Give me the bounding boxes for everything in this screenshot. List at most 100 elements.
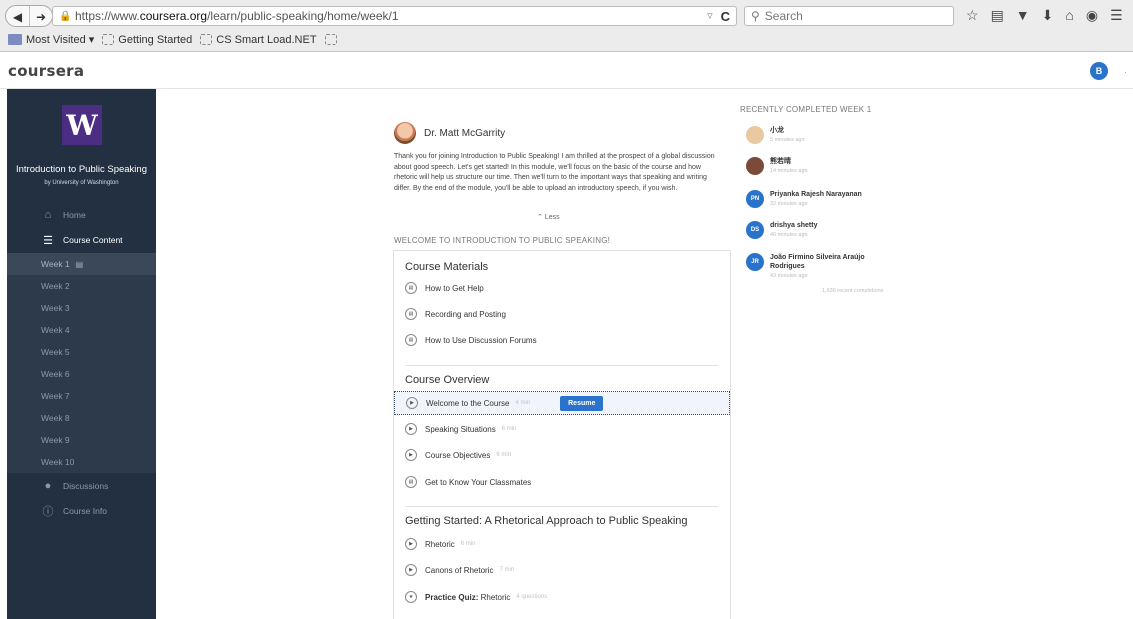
bookmark-star-icon[interactable]: ☆ [966,7,979,24]
sidebar-item-week-9[interactable]: Week 9 [7,429,156,451]
bookmark-empty[interactable] [324,34,337,45]
list-item[interactable]: ▤ How to Get Help [405,278,729,298]
item-label: Canons of Rhetoric [425,565,494,575]
bookmark-icon [200,34,213,45]
less-label: Less [544,214,560,221]
item-label: How to Get Help [425,283,484,293]
list-item[interactable]: ▶ Course Objectives 6 min [405,445,729,465]
header-menu-icon[interactable]: · [1124,67,1127,77]
list-item[interactable]: ▤ Recording and Posting [405,304,729,324]
item-label-prefix: Practice Quiz: [425,592,479,602]
play-icon: ▶ [405,564,417,576]
completion-item[interactable]: PN Priyanka Rajesh Narayanan 32 minutes a… [746,190,890,209]
bookmark-getting-started[interactable]: Getting Started [102,34,192,46]
play-icon: ▶ [405,423,417,435]
sidebar-item-course-info[interactable]: ⓘ Course Info [7,500,156,522]
list-item-selected[interactable]: ▶ Welcome to the Course 4 min Resume [394,391,730,415]
list-icon: ☰ [43,234,53,247]
sidebar-item-week-8[interactable]: Week 8 [7,407,156,429]
sidebar-item-week-2[interactable]: Week 2 [7,275,156,297]
sidebar-item-label: Course Info [63,506,107,516]
sidebar-item-week-5[interactable]: Week 5 [7,341,156,363]
sidebar-item-week-7[interactable]: Week 7 [7,385,156,407]
item-label: Rhetoric [425,539,455,549]
less-toggle[interactable]: ⌃ Less [537,213,560,221]
forward-icon[interactable]: ➜ [30,6,52,26]
item-label: Get to Know Your Classmates [425,477,532,487]
chat-icon[interactable]: ◉ [1086,7,1098,24]
completion-time: 14 minutes ago [770,168,808,174]
resume-button[interactable]: Resume [560,395,604,411]
user-avatar[interactable]: B [1090,62,1108,80]
person-name: 熊若晴 [770,158,791,165]
weeks-list: Week 1 ▤ Week 2 Week 3 Week 4 Week 5 Week… [7,253,156,473]
sidebar-item-week-1[interactable]: Week 1 ▤ [7,253,156,275]
item-label: Rhetoric [480,592,511,602]
avatar: DS [746,221,764,239]
list-item[interactable]: ▤ Get to Know Your Classmates [405,472,729,492]
url-domain: coursera.org [139,9,208,23]
pocket-icon[interactable]: ▼ [1016,7,1030,24]
item-duration: 4 min [515,400,531,406]
sidebar-item-discussions[interactable]: ● Discussions [7,475,156,497]
completion-item[interactable]: 小龙 5 minutes ago [746,126,890,145]
sidebar-item-home[interactable]: ⌂ Home [7,204,156,226]
site-header: coursera B · [0,53,1133,89]
list-item[interactable]: ▶ Rhetoric 6 min [405,534,729,554]
item-duration: 7 min [499,567,515,573]
module-intro: Thank you for joining Introduction to Pu… [394,153,715,192]
section-title: Course Materials [405,261,489,273]
coursera-logo[interactable]: coursera [8,62,84,80]
menu-icon[interactable]: ☰ [1110,7,1123,24]
back-icon[interactable]: ◀ [6,6,30,26]
reload-icon[interactable]: C [721,9,730,24]
download-icon[interactable]: ⬇ [1042,7,1054,24]
list-item[interactable]: ★ Practice Quiz: Rhetoric 4 questions [405,587,729,607]
sidebar-item-course-content[interactable]: ☰ Course Content [7,229,156,251]
search-input[interactable]: ⚲ Search [744,6,954,26]
calendar-icon: ▤ [75,259,84,269]
person-name: João Firmino Silveira Araújo Rodrigues [770,254,865,270]
play-icon: ▶ [405,538,417,550]
course-title[interactable]: Introduction to Public Speaking [7,164,156,175]
home-icon[interactable]: ⌂ [1065,7,1073,24]
divider [405,365,718,366]
url-path: /learn/public-speaking/home/week/1 [207,9,399,23]
bookmark-icon [102,34,115,45]
item-label: Speaking Situations [425,424,496,434]
sidebar-item-week-4[interactable]: Week 4 [7,319,156,341]
course-sidebar: W Introduction to Public Speaking by Uni… [7,89,156,619]
toolbar-icons: ☆ ▤ ▼ ⬇ ⌂ ◉ ☰ [966,7,1123,24]
sidebar-item-week-10[interactable]: Week 10 [7,451,156,473]
instructor-name[interactable]: Dr. Matt McGarrity [424,128,505,139]
list-item[interactable]: ▤ How to Use Discussion Forums [405,330,729,350]
university-logo: W [62,105,102,145]
bookmark-most-visited[interactable]: Most Visited ▾ [8,33,94,46]
divider [405,506,718,507]
list-item[interactable]: ▶ Speaking Situations 6 min [405,419,729,439]
home-icon: ⌂ [44,209,52,221]
sidebar-item-week-6[interactable]: Week 6 [7,363,156,385]
completion-item[interactable]: 熊若晴 14 minutes ago [746,157,890,176]
sidebar-item-week-3[interactable]: Week 3 [7,297,156,319]
completion-time: 40 minutes ago [770,232,808,238]
chevron-up-icon: ⌃ [537,214,543,221]
dropdown-icon[interactable]: ▿ [707,9,713,24]
url-bar[interactable]: 🔒 https://www.coursera.org/learn/public-… [52,6,737,26]
completion-item[interactable]: JR João Firmino Silveira Araújo Rodrigue… [746,253,890,281]
completion-item[interactable]: DS drishya shetty 40 minutes ago [746,221,890,240]
sidebar-item-label: Course Content [63,235,123,245]
reading-icon: ▤ [405,476,417,488]
browser-toolbar: ◀ ➜ 🔒 https://www.coursera.org/learn/pub… [0,0,1133,52]
item-label: Recording and Posting [425,309,506,319]
bookmark-icon [324,34,337,45]
info-icon: ⓘ [42,506,54,518]
bookmark-cs-smart-load[interactable]: CS Smart Load.NET [200,34,317,46]
item-duration: 6 min [460,541,476,547]
reading-list-icon[interactable]: ▤ [991,7,1004,24]
reading-icon: ▤ [405,282,417,294]
person-name: drishya shetty [770,222,818,229]
list-item[interactable]: ▶ Canons of Rhetoric 7 min [405,560,729,580]
item-duration: 6 min [501,426,517,432]
item-duration: 4 questions [516,594,548,600]
